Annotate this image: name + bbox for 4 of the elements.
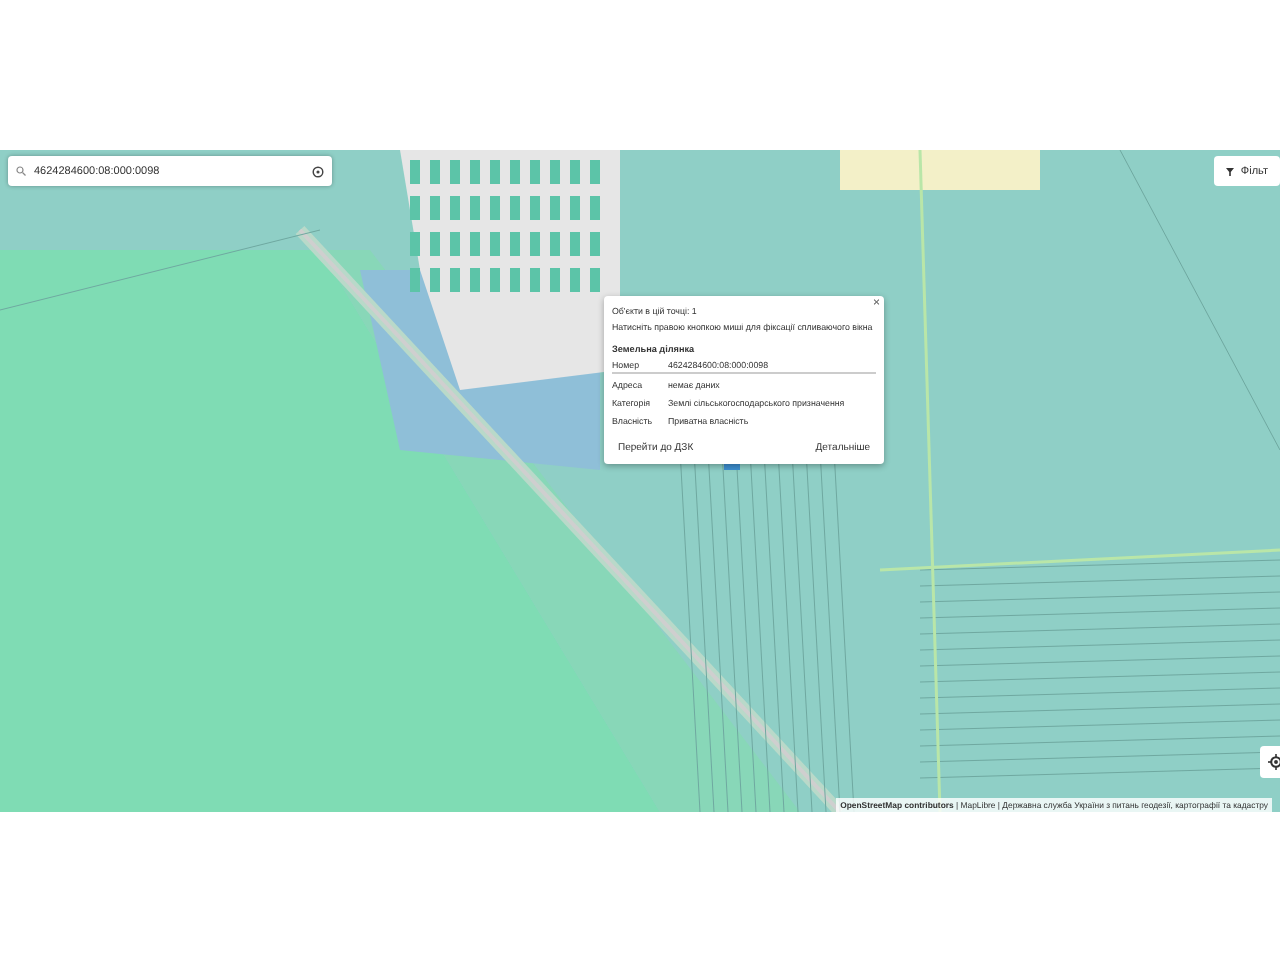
target-icon bbox=[1268, 754, 1280, 770]
filter-icon bbox=[1226, 167, 1235, 175]
search-icon bbox=[16, 166, 26, 176]
info-icon[interactable] bbox=[312, 165, 324, 177]
